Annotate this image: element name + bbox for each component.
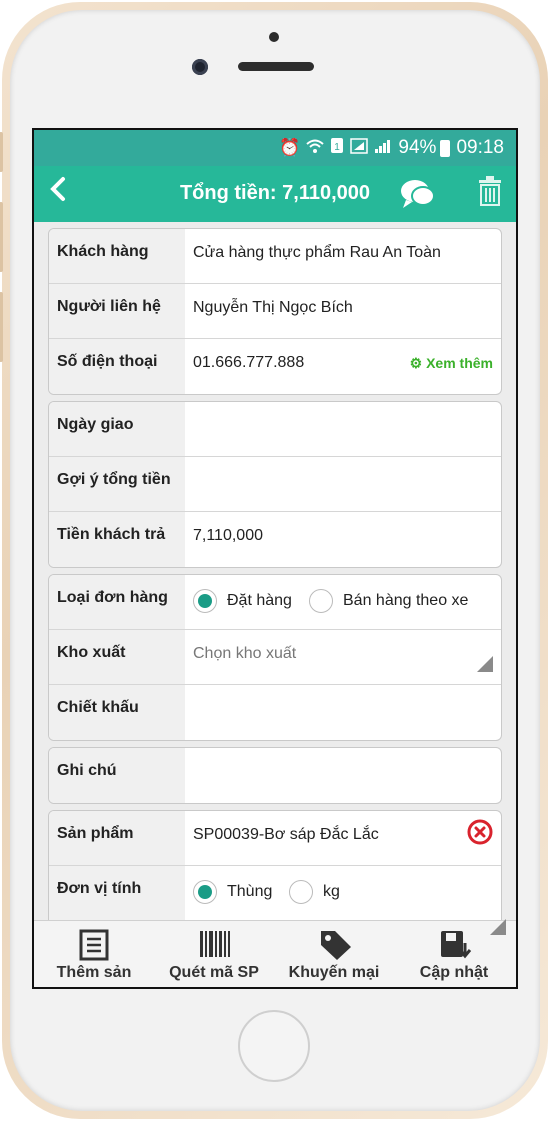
tab-scan-product-label: Quét mã SP — [169, 964, 259, 981]
customer-card: Khách hàng Cửa hàng thực phẩm Rau An Toà… — [48, 228, 502, 395]
radio-selected-icon — [193, 589, 217, 613]
list-icon — [79, 929, 109, 961]
form-content: Khách hàng Cửa hàng thực phẩm Rau An Toà… — [34, 222, 516, 920]
earpiece-speaker — [238, 62, 314, 71]
trash-icon — [479, 176, 501, 206]
battery-icon — [440, 139, 451, 157]
warehouse-row[interactable]: Kho xuất Chọn kho xuất — [49, 630, 501, 685]
contact-row[interactable]: Người liên hệ Nguyễn Thị Ngọc Bích — [49, 284, 501, 339]
volume-down-button — [0, 292, 3, 362]
warehouse-select[interactable]: Chọn kho xuất — [193, 645, 296, 663]
close-circle-icon — [467, 819, 493, 845]
note-row[interactable]: Ghi chú — [49, 748, 501, 803]
customer-paid-value[interactable]: 7,110,000 — [193, 527, 263, 545]
order-type-row: Loại đơn hàng Đặt hàng Bán hàng theo xe — [49, 575, 501, 630]
app-screen: ⏰ 1 94% 09:18 Tổng tiền: 7,110,000 Khách… — [32, 128, 518, 989]
radio-kg[interactable]: kg — [289, 880, 340, 904]
tab-update-label: Cập nhật — [419, 964, 489, 981]
phone-row: Số điện thoại 01.666.777.888 ⚙ Xem thêm — [49, 339, 501, 394]
radio-dat-hang[interactable]: Đặt hàng — [193, 589, 292, 613]
clock: 09:18 — [456, 137, 504, 158]
discount-row[interactable]: Chiết khấu — [49, 685, 501, 740]
note-card: Ghi chú — [48, 747, 502, 804]
front-camera — [192, 59, 208, 75]
radio-selected-icon — [193, 880, 217, 904]
delivery-date-row[interactable]: Ngày giao — [49, 402, 501, 457]
radio-unselected-icon — [289, 880, 313, 904]
radio-kg-label: kg — [323, 883, 340, 900]
page-title: Tổng tiền: 7,110,000 — [179, 182, 371, 204]
chat-icon — [401, 180, 435, 208]
home-button[interactable] — [238, 1010, 310, 1082]
contact-value: Nguyễn Thị Ngọc Bích — [193, 299, 353, 316]
radio-unselected-icon — [309, 589, 333, 613]
gear-icon: ⚙ — [409, 355, 423, 371]
volume-up-button — [0, 202, 3, 272]
order-card: Loại đơn hàng Đặt hàng Bán hàng theo xe … — [48, 574, 502, 741]
unit-row: Đơn vị tính Thùng kg — [49, 866, 501, 920]
tag-icon — [321, 931, 351, 960]
view-more-link[interactable]: ⚙ Xem thêm — [410, 355, 493, 372]
remove-product-button[interactable] — [467, 819, 493, 850]
delete-button[interactable] — [478, 176, 502, 211]
view-more-label: Xem thêm — [426, 355, 493, 371]
radio-ban-hang-theo-xe-label: Bán hàng theo xe — [343, 592, 469, 609]
tab-add-product-label: Thêm sản — [56, 964, 132, 981]
suggest-total-row[interactable]: Gợi ý tổng tiền — [49, 457, 501, 512]
suggest-total-label: Gợi ý tổng tiền — [49, 457, 185, 511]
sensor-dot — [269, 32, 279, 42]
radio-dat-hang-label: Đặt hàng — [227, 592, 292, 609]
tab-promotion[interactable]: Khuyến mại — [274, 921, 394, 987]
customer-label: Khách hàng — [49, 229, 185, 283]
unit-label: Đơn vị tính — [49, 866, 185, 920]
tab-promotion-label: Khuyến mại — [288, 964, 380, 981]
barcode-icon — [200, 931, 230, 957]
note-label: Ghi chú — [49, 748, 185, 803]
order-type-label: Loại đơn hàng — [49, 575, 185, 629]
mute-switch — [0, 132, 3, 172]
signal-bars-icon — [374, 138, 392, 159]
radio-thung[interactable]: Thùng — [193, 880, 272, 904]
tab-add-product[interactable]: Thêm sản — [34, 921, 154, 987]
product-card: Sản phẩm SP00039-Bơ sáp Đắc Lắc Đơn vị t… — [48, 810, 502, 920]
dropdown-caret-icon — [477, 656, 493, 672]
customer-paid-label: Tiền khách trả — [49, 512, 185, 567]
customer-row[interactable]: Khách hàng Cửa hàng thực phẩm Rau An Toà… — [49, 229, 501, 284]
warehouse-label: Kho xuất — [49, 630, 185, 684]
radio-thung-label: Thùng — [227, 883, 273, 900]
payment-card: Ngày giao Gợi ý tổng tiền Tiền khách trả… — [48, 401, 502, 568]
battery-percent: 94% — [398, 137, 437, 158]
tab-scan-product[interactable]: Quét mã SP — [154, 921, 274, 987]
bottom-tab-bar: Thêm sản Quét mã SP Khuyến mại Cập nhật — [34, 919, 516, 987]
alarm-icon: ⏰ — [279, 138, 301, 157]
chat-button[interactable] — [400, 178, 436, 215]
product-label: Sản phẩm — [49, 811, 185, 865]
discount-label: Chiết khấu — [49, 685, 185, 740]
product-value: SP00039-Bơ sáp Đắc Lắc — [193, 826, 379, 843]
resize-corner-icon — [490, 919, 506, 935]
phone-label: Số điện thoại — [49, 339, 185, 394]
customer-value: Cửa hàng thực phẩm Rau An Toàn — [193, 244, 441, 261]
radio-ban-hang-theo-xe[interactable]: Bán hàng theo xe — [309, 589, 468, 613]
contact-label: Người liên hệ — [49, 284, 185, 338]
status-bar: ⏰ 1 94% 09:18 — [34, 130, 516, 166]
signal-icon — [350, 137, 369, 159]
customer-paid-row[interactable]: Tiền khách trả 7,110,000 — [49, 512, 501, 567]
wifi-icon — [306, 138, 325, 159]
delivery-date-label: Ngày giao — [49, 402, 185, 456]
sim-icon: 1 — [330, 137, 344, 159]
header-bar: Tổng tiền: 7,110,000 — [34, 166, 516, 222]
svg-text:1: 1 — [335, 142, 341, 153]
save-icon — [441, 931, 472, 959]
product-row[interactable]: Sản phẩm SP00039-Bơ sáp Đắc Lắc — [49, 811, 501, 866]
phone-value[interactable]: 01.666.777.888 — [193, 354, 304, 372]
